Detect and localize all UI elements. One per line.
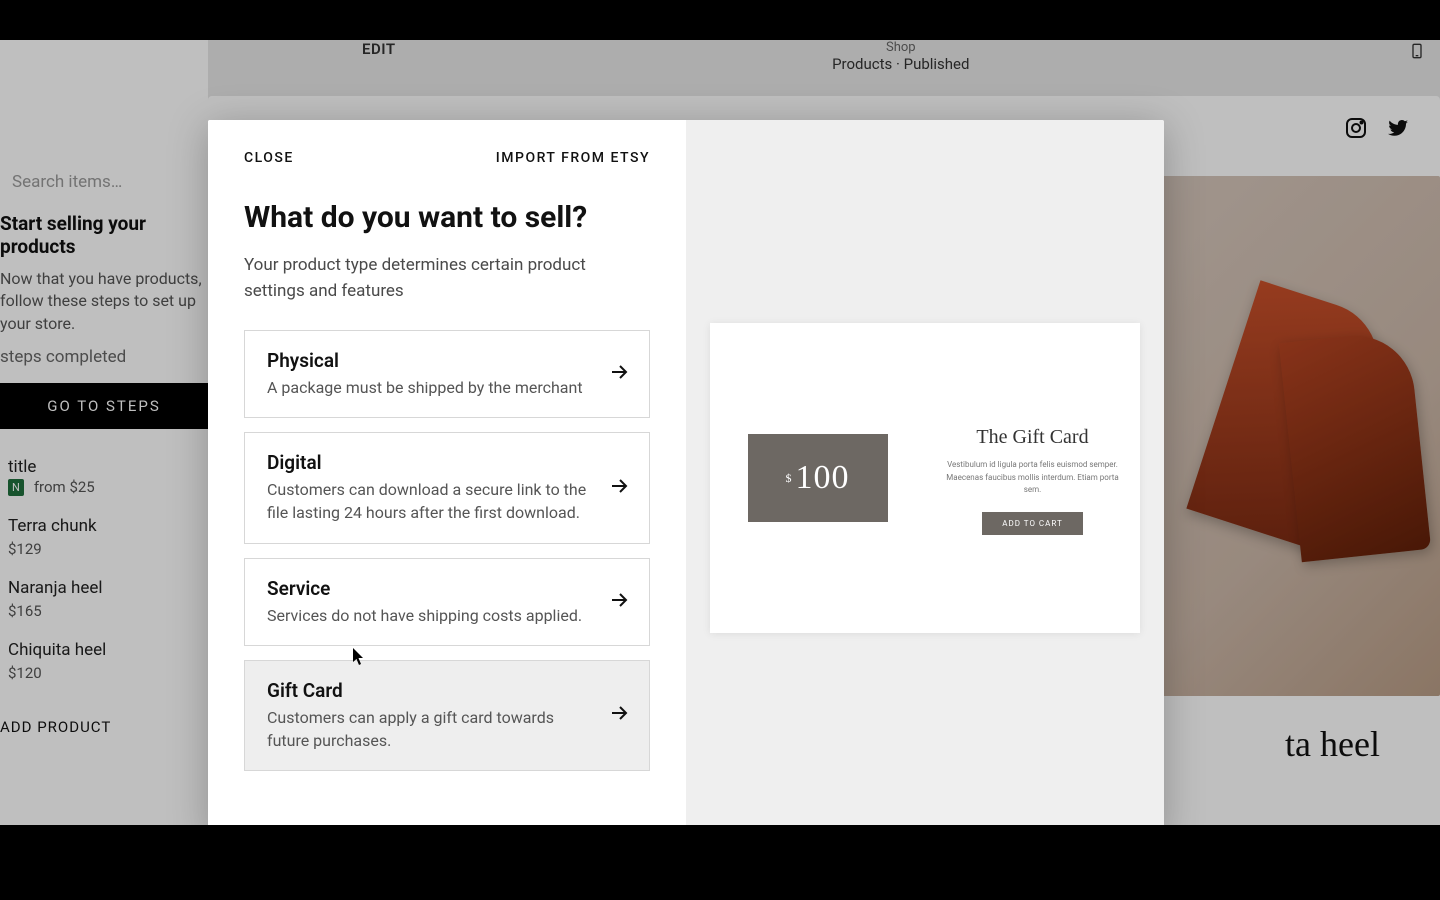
arrow-right-icon [607, 474, 631, 502]
preview-title: The Gift Card [943, 426, 1122, 449]
import-etsy-button[interactable]: IMPORT FROM ETSY [496, 150, 650, 166]
option-title: Gift Card [267, 679, 593, 702]
gift-card-graphic: $ 100 [748, 434, 888, 522]
close-button[interactable]: CLOSE [244, 150, 294, 166]
option-title: Physical [267, 349, 593, 372]
currency-symbol: $ [786, 471, 792, 486]
option-desc: A package must be shipped by the merchan… [267, 376, 593, 399]
arrow-right-icon [607, 701, 631, 729]
product-type-modal: CLOSE IMPORT FROM ETSY What do you want … [208, 120, 1164, 825]
product-type-option-gift-card[interactable]: Gift Card Customers can apply a gift car… [244, 660, 650, 771]
add-to-cart-button[interactable]: ADD TO CART [982, 512, 1083, 535]
option-desc: Customers can download a secure link to … [267, 478, 593, 524]
product-type-option-physical[interactable]: Physical A package must be shipped by th… [244, 330, 650, 418]
modal-title: What do you want to sell? [244, 200, 650, 235]
arrow-right-icon [607, 588, 631, 616]
option-title: Digital [267, 451, 593, 474]
option-desc: Services do not have shipping costs appl… [267, 604, 593, 627]
gift-amount: 100 [796, 459, 850, 497]
option-desc: Customers can apply a gift card towards … [267, 706, 593, 752]
product-type-option-service[interactable]: Service Services do not have shipping co… [244, 558, 650, 646]
preview-desc: Vestibulum id ligula porta felis euismod… [943, 459, 1122, 497]
product-type-option-digital[interactable]: Digital Customers can download a secure … [244, 432, 650, 543]
arrow-right-icon [607, 360, 631, 388]
option-title: Service [267, 577, 593, 600]
preview-card: $ 100 The Gift Card Vestibulum id ligula… [710, 323, 1140, 633]
modal-subtitle: Your product type determines certain pro… [244, 253, 650, 304]
